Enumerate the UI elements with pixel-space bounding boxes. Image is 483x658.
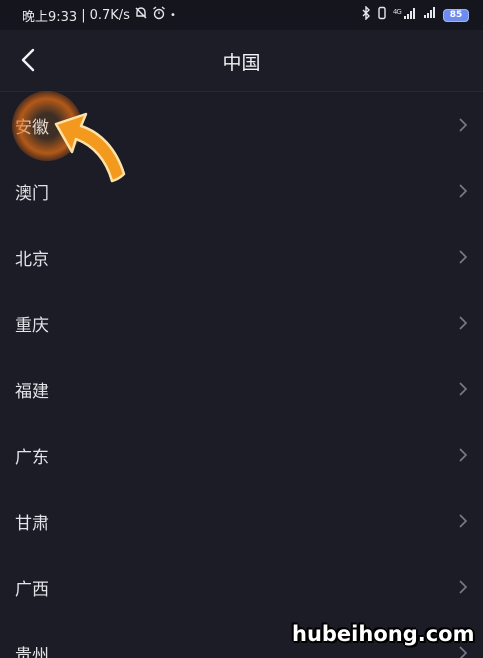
- status-right: 4G 85: [361, 5, 469, 24]
- mute-bell-icon: [134, 6, 148, 24]
- status-left: 晚上9:33 | 0.7K/s •: [22, 6, 176, 25]
- status-bar: 晚上9:33 | 0.7K/s • 4G 85: [0, 0, 483, 30]
- chevron-right-icon: [459, 250, 468, 264]
- list-item-beijing[interactable]: 北京: [0, 224, 483, 290]
- list-item-macau[interactable]: 澳门: [0, 158, 483, 224]
- battery-icon: 85: [443, 8, 469, 22]
- chevron-right-icon: [459, 514, 468, 528]
- list-item-label: 北京: [15, 249, 49, 270]
- list-item-label: 福建: [15, 381, 49, 402]
- chevron-right-icon: [459, 118, 468, 132]
- list-item-label: 贵州: [15, 645, 49, 658]
- back-button[interactable]: [10, 42, 46, 78]
- province-list: 安徽 澳门 北京 重庆 福建 广东 甘肃 广西 贵州: [0, 92, 483, 658]
- status-time: 晚上9:33: [22, 9, 78, 25]
- list-item-label: 广东: [15, 447, 49, 468]
- list-item-label: 广西: [15, 579, 49, 600]
- list-item-fujian[interactable]: 福建: [0, 356, 483, 422]
- signal-icon: [423, 7, 437, 23]
- chevron-right-icon: [459, 580, 468, 594]
- chevron-right-icon: [459, 316, 468, 330]
- page-title: 中国: [222, 52, 261, 74]
- list-item-guizhou[interactable]: 贵州: [0, 620, 483, 658]
- list-item-guangdong[interactable]: 广东: [0, 422, 483, 488]
- chevron-right-icon: [459, 382, 468, 396]
- bluetooth-icon: [361, 5, 371, 24]
- status-speed: 0.7K/s: [89, 7, 130, 23]
- list-item-label: 安徽: [15, 117, 49, 138]
- chevron-right-icon: [459, 184, 468, 198]
- list-item-gansu[interactable]: 甘肃: [0, 488, 483, 554]
- app-header: 中国: [0, 30, 483, 92]
- chevron-left-icon: [21, 48, 35, 72]
- list-item-label: 澳门: [15, 183, 49, 204]
- network-label: 4G: [392, 7, 402, 16]
- vibrate-icon: [377, 6, 387, 24]
- network-4g-icon: 4G: [392, 7, 417, 23]
- battery-level: 85: [449, 10, 463, 20]
- chevron-right-icon: [459, 448, 468, 462]
- list-item-label: 重庆: [15, 315, 49, 336]
- list-item-anhui[interactable]: 安徽: [0, 92, 483, 158]
- list-item-label: 甘肃: [15, 513, 49, 534]
- list-item-chongqing[interactable]: 重庆: [0, 290, 483, 356]
- status-divider: |: [81, 7, 86, 23]
- chevron-right-icon: [459, 646, 468, 658]
- list-item-guangxi[interactable]: 广西: [0, 554, 483, 620]
- alarm-clock-icon: [152, 6, 166, 24]
- dot-icon: •: [169, 9, 176, 21]
